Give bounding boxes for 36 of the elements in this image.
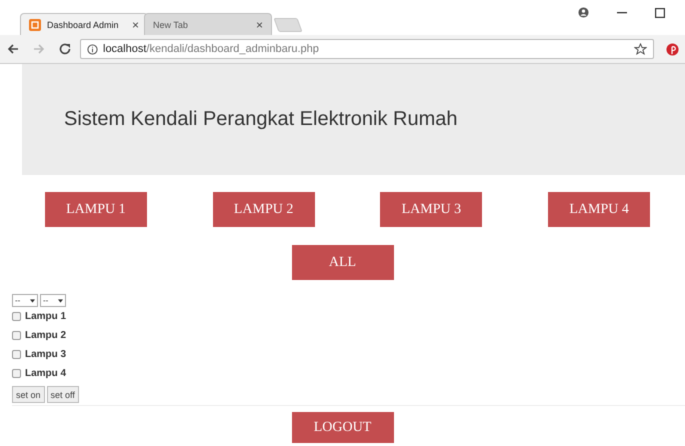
lamp-button[interactable]: LAMPU 2: [212, 192, 315, 227]
dropdown-caret-icon: [30, 298, 35, 302]
address-bar[interactable]: localhost/kendali/dashboard_adminbaru.php: [80, 39, 654, 59]
close-icon[interactable]: ×: [256, 18, 263, 30]
minimize-icon[interactable]: [617, 12, 627, 14]
reload-icon[interactable]: [58, 42, 72, 56]
action-button[interactable]: set off: [46, 386, 79, 403]
site-favicon: [29, 18, 41, 30]
checkbox[interactable]: [12, 331, 21, 340]
checkbox[interactable]: [12, 350, 21, 359]
dropdown-caret-icon: [58, 298, 63, 302]
checkbox-label: Lampu 4: [25, 368, 66, 379]
checkbox[interactable]: [12, 369, 21, 378]
dropdown[interactable]: --: [12, 294, 38, 307]
maximize-icon[interactable]: [655, 8, 665, 18]
info-icon[interactable]: [87, 44, 98, 54]
pinterest-icon[interactable]: [666, 42, 679, 56]
checkbox-label: Lampu 1: [25, 311, 66, 322]
browser-tab[interactable]: New Tab ×: [144, 13, 272, 35]
lamp-button[interactable]: LAMPU 1: [44, 192, 147, 227]
bookmark-star-icon[interactable]: [634, 42, 647, 56]
checkbox-label: Lampu 2: [25, 330, 66, 341]
dropdown[interactable]: --: [40, 294, 66, 307]
page-title: Sistem Kendali Perangkat Elektronik Rumah: [64, 108, 458, 131]
url-text: localhost/kendali/dashboard_adminbaru.php: [103, 43, 320, 55]
close-icon[interactable]: ×: [132, 18, 139, 30]
browser-tab[interactable]: Dashboard Admin ×: [20, 13, 148, 35]
back-icon[interactable]: [6, 42, 20, 56]
checkbox[interactable]: [12, 312, 21, 321]
logout-button[interactable]: LOGOUT: [292, 412, 394, 443]
checkbox-label: Lampu 3: [25, 349, 66, 360]
action-button[interactable]: set on: [12, 386, 45, 403]
all-button[interactable]: ALL: [292, 245, 394, 280]
lamp-button[interactable]: LAMPU 3: [380, 192, 482, 227]
lamp-button[interactable]: LAMPU 4: [548, 192, 650, 227]
profile-icon[interactable]: [578, 7, 589, 18]
